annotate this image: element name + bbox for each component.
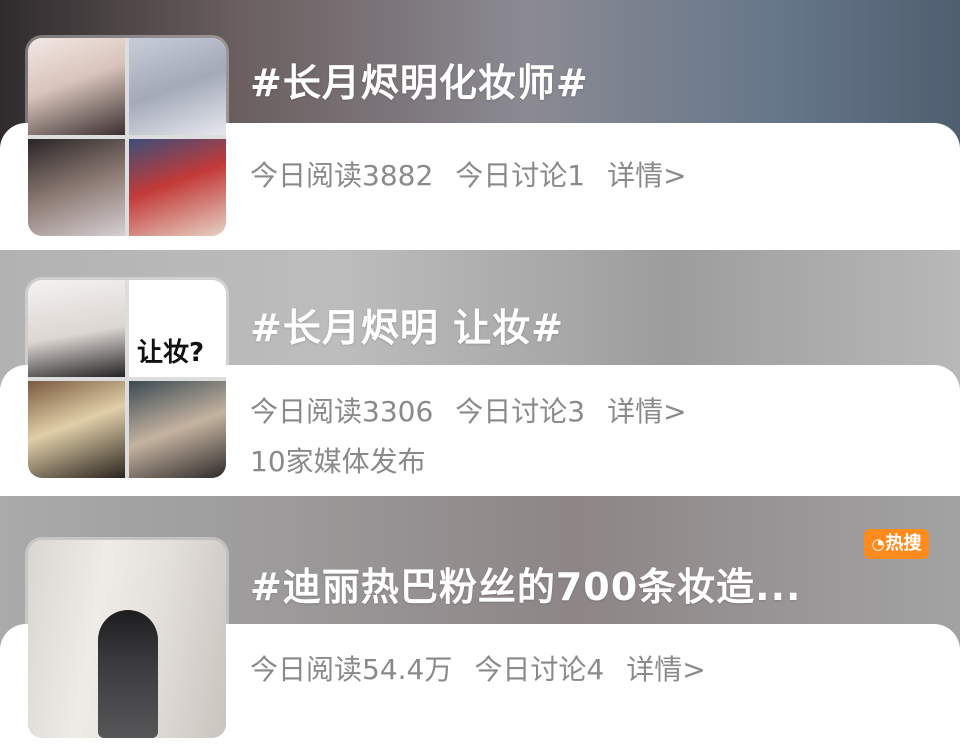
topic-thumbnail[interactable]: 让妆? <box>28 280 226 478</box>
today-discuss-count: 今日讨论3 <box>455 395 586 428</box>
hot-search-badge[interactable]: ◔热搜 <box>864 529 929 559</box>
topic-stats: 今日阅读3306 今日讨论3 详情> <box>250 390 687 430</box>
badge-label: 热搜 <box>885 533 922 554</box>
topic-stats: 今日阅读3882 今日讨论1 详情> <box>250 154 687 194</box>
today-read-count: 今日阅读3882 <box>250 159 434 192</box>
thumbnail-photo <box>28 38 125 135</box>
topic-title[interactable]: #长月烬明 让妆# <box>250 297 564 352</box>
thumbnail-photo <box>129 139 226 236</box>
today-read-count: 今日阅读3306 <box>250 395 434 428</box>
today-read-count: 今日阅读54.4万 <box>250 653 453 686</box>
topic-stats: 今日阅读54.4万 今日讨论4 详情> <box>250 648 706 688</box>
topic-title[interactable]: #长月烬明化妆师# <box>250 52 589 107</box>
topic-card[interactable]: #长月烬明化妆师# 今日阅读3882 今日讨论1 详情> <box>0 0 960 250</box>
today-discuss-count: 今日讨论1 <box>455 159 586 192</box>
thumbnail-photo <box>28 381 125 478</box>
thumbnail-figure <box>98 610 158 738</box>
topic-thumbnail[interactable] <box>28 540 226 738</box>
thumbnail-photo <box>28 280 125 377</box>
topic-title[interactable]: #迪丽热巴粉丝的700条妆造... <box>250 556 801 611</box>
thumbnail-photo: 让妆? <box>129 280 226 377</box>
thumbnail-photo <box>129 38 226 135</box>
thumbnail-photo <box>129 381 226 478</box>
topic-card[interactable]: #迪丽热巴粉丝的700条妆造... ◔热搜 今日阅读54.4万 今日讨论4 详情> <box>0 496 960 753</box>
hot-search-icon: ◔ <box>871 535 885 553</box>
media-count: 10家媒体发布 <box>250 445 426 478</box>
details-link[interactable]: 详情> <box>607 159 686 192</box>
thumbnail-photo <box>28 139 125 236</box>
topic-thumbnail[interactable] <box>28 38 226 236</box>
today-discuss-count: 今日讨论4 <box>474 653 605 686</box>
thumbnail-caption: 让妆? <box>137 338 205 368</box>
topic-card[interactable]: 让妆? #长月烬明 让妆# 今日阅读3306 今日讨论3 详情> 10家媒体发布 <box>0 250 960 496</box>
details-link[interactable]: 详情> <box>626 653 705 686</box>
details-link[interactable]: 详情> <box>607 395 686 428</box>
